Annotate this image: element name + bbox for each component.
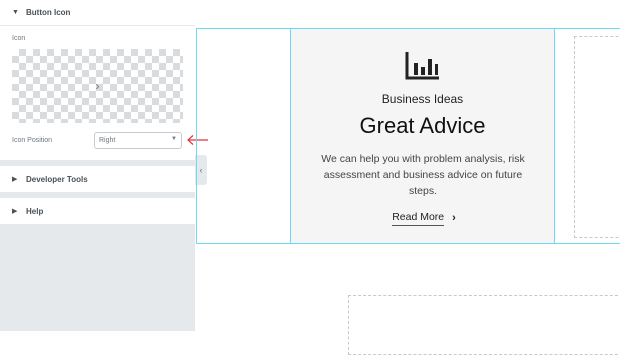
card-description: We can help you with problem analysis, r… [321,153,525,197]
icon-position-select[interactable]: Right ▼ [94,132,182,149]
read-more-label: Read More [392,211,445,226]
section-title: Developer Tools [26,174,88,184]
empty-section-placeholder[interactable] [348,295,620,355]
section-title: Button Icon [26,8,71,17]
empty-column-placeholder[interactable] [574,36,620,238]
read-more-button[interactable]: Read More › [389,209,459,227]
advice-card[interactable]: Business Ideas Great Advice We can help … [290,28,555,244]
section-title: Help [26,206,44,216]
icon-label: Icon [12,35,26,42]
editor-panel: ▼ Button Icon Icon › Icon Position Right… [0,0,195,331]
help-section-header[interactable]: ▶ Help [0,198,195,224]
button-icon-section-header[interactable]: ▼ Button Icon [0,0,195,26]
icon-position-value: Right [99,137,116,144]
developer-tools-section-header[interactable]: ▶ Developer Tools [0,166,195,192]
bar-chart-icon [405,52,439,80]
chevron-down-icon: ▼ [171,136,177,142]
caret-down-icon: ▼ [12,9,19,16]
chevron-right-icon: › [452,212,456,224]
card-subtitle: Business Ideas [381,92,464,106]
icon-picker-preview[interactable]: › [12,49,183,123]
card-title: Great Advice [359,113,486,138]
chevron-right-icon: › [95,79,100,93]
caret-right-icon: ▶ [12,176,18,183]
caret-right-icon: ▶ [12,208,18,215]
icon-position-label: Icon Position [12,137,53,144]
button-icon-section: ▼ Button Icon Icon › Icon Position Right… [0,0,195,160]
